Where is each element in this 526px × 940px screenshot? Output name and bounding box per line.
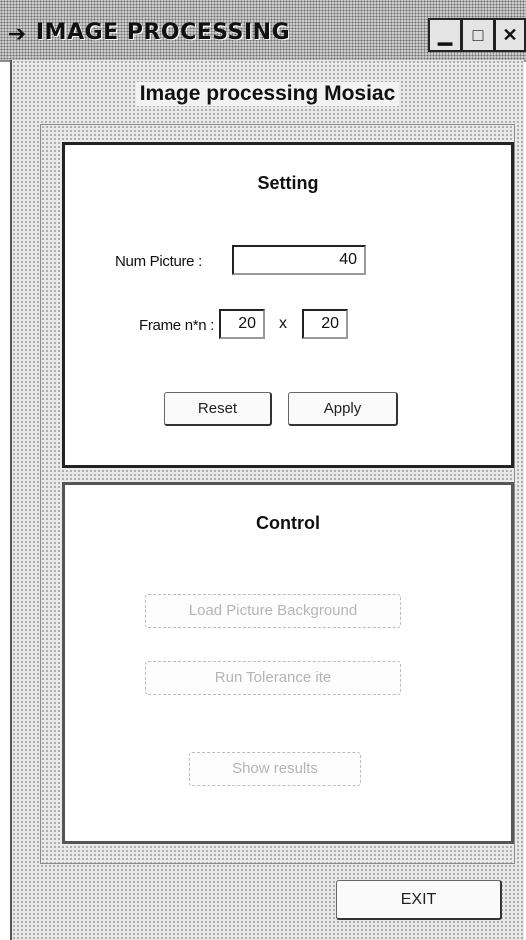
num-picture-input[interactable]: 40 [232, 245, 366, 275]
control-title: Control [256, 513, 320, 533]
minimize-icon: ▁ [438, 25, 452, 45]
minimize-button[interactable]: ▁ [428, 18, 462, 52]
control-panel: Control Load Picture Background Run Tole… [62, 482, 514, 844]
maximize-button[interactable]: □ [461, 18, 495, 52]
frame-width-input[interactable]: 20 [219, 309, 265, 339]
show-results-button[interactable]: Show results [189, 752, 361, 786]
num-picture-label: Num Picture : [115, 253, 202, 270]
load-background-button[interactable]: Load Picture Background [145, 594, 401, 628]
heading-bar: Image processing Mosiac [40, 76, 495, 112]
window-title: IMAGE PROCESSING [36, 20, 291, 45]
frame-label: Frame n*n : [139, 317, 215, 334]
run-button[interactable]: Run Tolerance ite [145, 661, 401, 695]
app-heading: Image processing Mosiac [135, 82, 400, 106]
frame-times-sign: x [279, 315, 287, 332]
apply-button[interactable]: Apply [288, 392, 398, 426]
arrow-app-icon: ➔ [7, 21, 27, 46]
close-icon: ✕ [502, 25, 518, 45]
reset-button[interactable]: Reset [164, 392, 272, 426]
maximize-icon: □ [472, 25, 484, 45]
close-button[interactable]: ✕ [494, 18, 526, 52]
exit-button[interactable]: EXIT [336, 880, 502, 920]
frame-height-input[interactable]: 20 [302, 309, 348, 339]
title-bar: ➔ IMAGE PROCESSING ▁ □ ✕ [0, 0, 526, 62]
setting-title: Setting [257, 173, 319, 193]
setting-panel: Setting Num Picture : 40 Frame n*n : 20 … [62, 142, 514, 468]
